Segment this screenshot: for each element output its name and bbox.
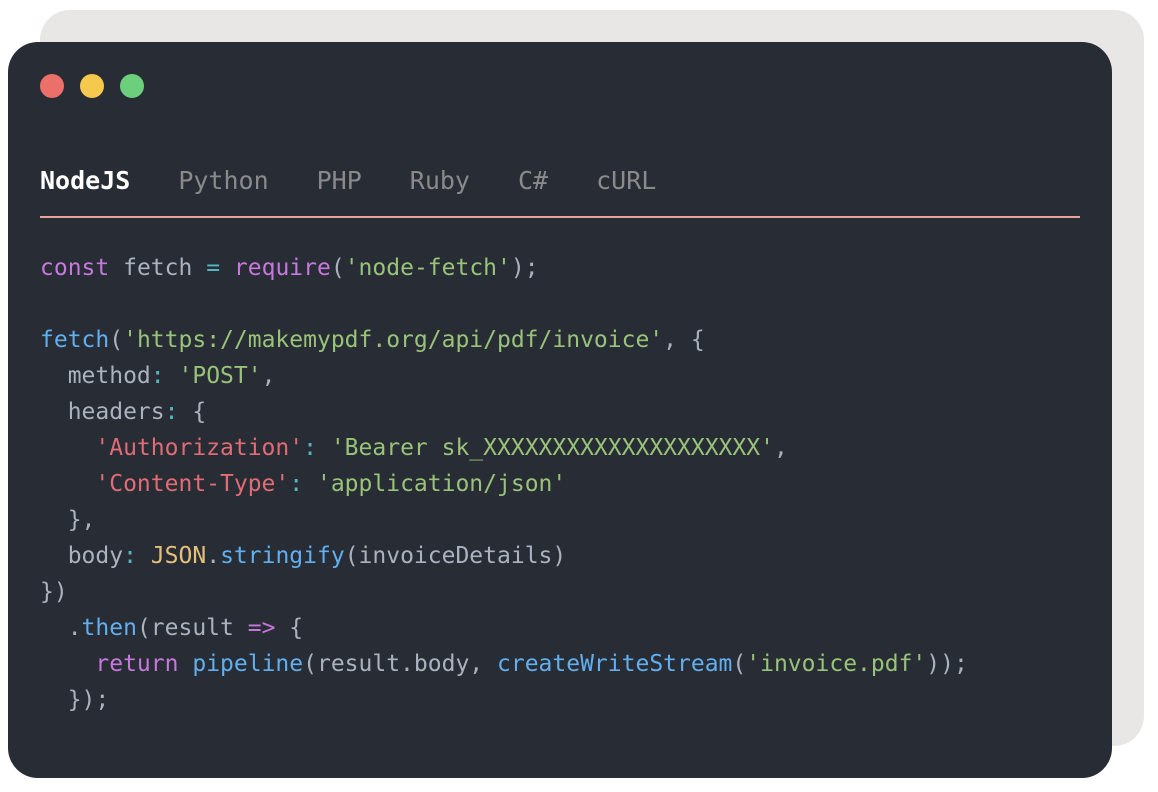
code-token: JSON xyxy=(150,543,207,569)
code-token: stringify xyxy=(220,543,345,569)
code-line: 'Authorization': 'Bearer sk_XXXXXXXXXXXX… xyxy=(40,430,968,466)
code-line: const fetch = require('node-fetch'); xyxy=(40,250,968,286)
code-token: { xyxy=(178,399,207,425)
code-token: require xyxy=(233,255,331,281)
code-token: ( xyxy=(732,651,747,677)
code-token: ( xyxy=(330,255,345,281)
code-token: return xyxy=(95,651,179,677)
tab-csharp[interactable]: C# xyxy=(518,166,548,211)
code-token: ( xyxy=(109,327,124,353)
code-token: }) xyxy=(40,579,68,605)
code-token: (invoiceDetails) xyxy=(344,543,567,569)
code-token: 'Bearer sk_XXXXXXXXXXXXXXXXXXXX' xyxy=(330,435,774,461)
code-token: fetch xyxy=(109,255,207,281)
code-token: 'POST' xyxy=(178,363,262,389)
code-line: }) xyxy=(40,574,968,610)
code-token: (result.body, xyxy=(303,651,497,677)
code-token: 'https://makemypdf.org/api/pdf/invoice' xyxy=(123,327,664,353)
code-token: : xyxy=(289,471,304,497)
code-token: pipeline xyxy=(192,651,304,677)
code-token: ); xyxy=(510,255,539,281)
code-token: 'Content-Type' xyxy=(95,471,290,497)
tab-ruby[interactable]: Ruby xyxy=(410,166,470,211)
code-token: , { xyxy=(663,327,705,353)
code-token: 'node-fetch' xyxy=(344,255,511,281)
close-dot-icon[interactable] xyxy=(40,74,64,98)
code-token: = xyxy=(206,255,221,281)
language-tabs: NodeJS Python PHP Ruby C# cURL xyxy=(40,162,1080,218)
window-controls xyxy=(40,74,144,98)
code-token: method xyxy=(40,363,151,389)
code-token: headers xyxy=(40,399,165,425)
code-token: )); xyxy=(926,651,968,677)
code-token: fetch xyxy=(40,327,110,353)
code-line: .then(result => { xyxy=(40,610,968,646)
code-token: body xyxy=(40,543,124,569)
code-block[interactable]: const fetch = require('node-fetch'); fetc… xyxy=(40,250,968,718)
code-token: : xyxy=(303,435,317,461)
code-line: headers: { xyxy=(40,394,968,430)
code-token: }, xyxy=(40,507,96,533)
code-token: , xyxy=(261,363,276,389)
tab-curl[interactable]: cURL xyxy=(596,166,656,211)
code-window: NodeJS Python PHP Ruby C# cURL const fet… xyxy=(8,42,1112,778)
minimize-dot-icon[interactable] xyxy=(80,74,104,98)
code-line: method: 'POST', xyxy=(40,358,968,394)
tab-python[interactable]: Python xyxy=(178,166,268,211)
code-line: body: JSON.stringify(invoiceDetails) xyxy=(40,538,968,574)
code-token: { xyxy=(275,615,304,641)
maximize-dot-icon[interactable] xyxy=(120,74,144,98)
code-line: 'Content-Type': 'application/json' xyxy=(40,466,968,502)
tab-php[interactable]: PHP xyxy=(317,166,362,211)
code-token: : xyxy=(150,363,165,389)
code-token: const xyxy=(40,255,110,281)
code-token: : xyxy=(123,543,137,569)
code-token: . xyxy=(40,615,82,641)
code-line: return pipeline(result.body, createWrite… xyxy=(40,646,968,682)
code-token: then xyxy=(81,615,137,641)
tab-nodejs[interactable]: NodeJS xyxy=(40,166,130,211)
code-token: => xyxy=(247,615,276,641)
code-token: (result xyxy=(136,615,248,641)
code-token: . xyxy=(206,543,221,569)
code-token: , xyxy=(773,435,788,461)
code-line: }, xyxy=(40,502,968,538)
code-token: 'application/json' xyxy=(316,471,567,497)
code-token: : xyxy=(164,399,179,425)
code-line: fetch('https://makemypdf.org/api/pdf/inv… xyxy=(40,322,968,358)
code-token: 'Authorization' xyxy=(95,435,304,461)
code-line: }); xyxy=(40,682,968,718)
code-token: }); xyxy=(40,687,110,713)
code-token: createWriteStream xyxy=(497,651,733,677)
code-token: 'invoice.pdf' xyxy=(746,651,927,677)
